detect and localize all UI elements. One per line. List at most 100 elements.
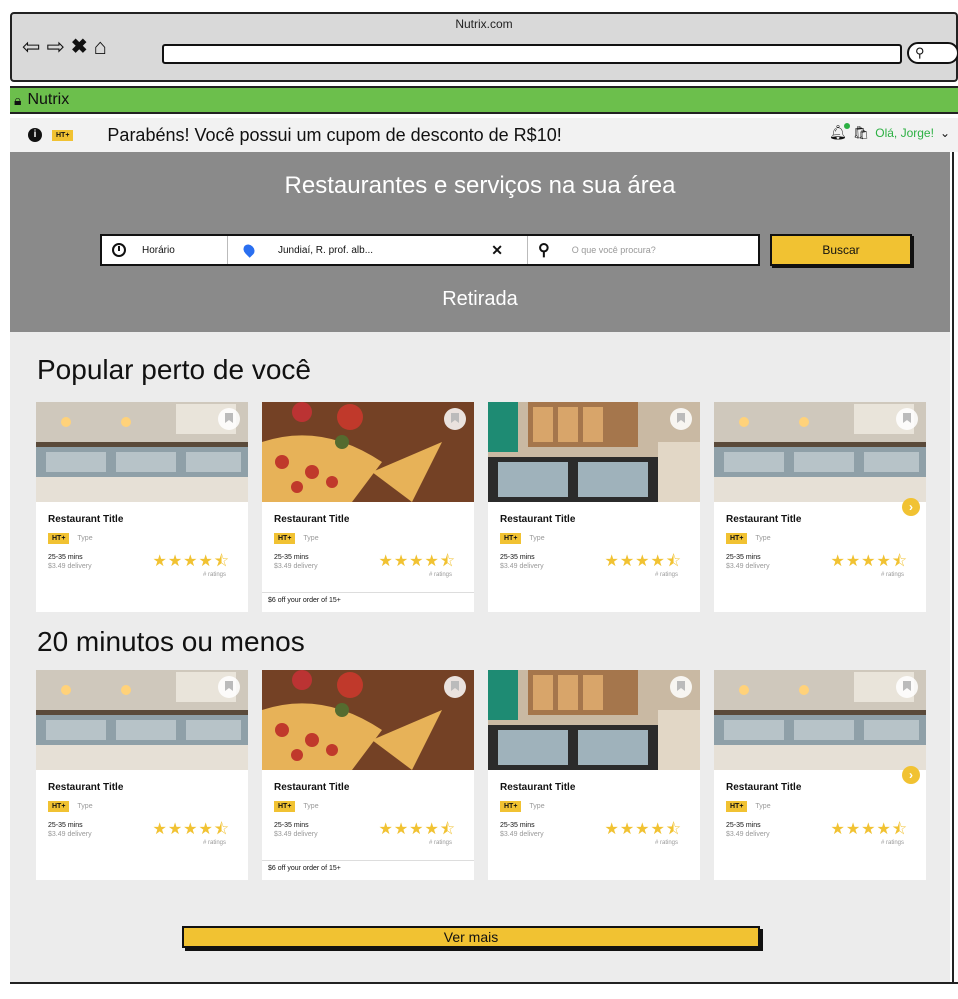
bookmark-icon[interactable] xyxy=(444,676,466,698)
info-icon[interactable]: i xyxy=(28,128,42,142)
ht-badge: HT+ xyxy=(726,801,748,812)
browser-search-icon[interactable]: ⚲ xyxy=(907,42,958,64)
restaurant-photo[interactable] xyxy=(488,670,700,770)
close-icon[interactable]: ✖ xyxy=(71,36,88,58)
restaurant-photo[interactable] xyxy=(262,670,474,770)
restaurant-type: Type xyxy=(755,535,771,542)
coupon-message: Parabéns! Você possui um cupom de descon… xyxy=(107,124,562,145)
pickup-mode[interactable]: Retirada xyxy=(10,288,950,311)
restaurant-title[interactable]: Restaurant Title xyxy=(500,782,688,793)
clock-icon xyxy=(112,243,126,257)
hero-headline: Restaurantes e serviços na sua área xyxy=(284,172,676,199)
user-greeting[interactable]: Olá, Jorge! xyxy=(875,126,934,140)
restaurant-card[interactable]: › Restaurant Title HT+ Type 25-35 mins $… xyxy=(714,402,926,612)
clear-icon[interactable]: ✕ xyxy=(491,242,503,259)
half-star-icon: ⯪ xyxy=(891,553,908,570)
card-body: Restaurant Title HT+ Type 25-35 mins $3.… xyxy=(488,502,700,612)
restaurant-card[interactable]: Restaurant Title HT+ Type 25-35 mins $3.… xyxy=(36,670,248,880)
bookmark-icon[interactable] xyxy=(218,408,240,430)
site-title: Nutrix.com xyxy=(455,17,513,31)
star-icon: ★ xyxy=(650,821,666,838)
bell-icon[interactable]: 🔔︎ xyxy=(829,123,850,141)
tab-nutrix[interactable]: Nutrix xyxy=(27,91,69,109)
chevron-right-icon[interactable]: › xyxy=(902,498,920,516)
restaurant-photo[interactable] xyxy=(262,402,474,502)
ratings-count: # ratings xyxy=(428,572,452,578)
star-icon: ★ xyxy=(378,553,394,570)
restaurant-card[interactable]: Restaurant Title HT+ Type 25-35 mins $3.… xyxy=(262,670,474,880)
restaurant-card[interactable]: Restaurant Title HT+ Type 25-35 mins $3.… xyxy=(488,402,700,612)
restaurant-card[interactable]: Restaurant Title HT+ Type 25-35 mins $3.… xyxy=(488,670,700,880)
ratings-count: # ratings xyxy=(654,572,678,578)
star-icon: ★ xyxy=(845,553,862,570)
half-star-icon: ⯪ xyxy=(665,821,682,838)
restaurant-photo[interactable] xyxy=(488,402,700,502)
ratings-count: # ratings xyxy=(654,840,678,846)
search-input[interactable]: O que você procura? xyxy=(572,245,656,255)
restaurant-card[interactable]: Restaurant Title HT+ Type 25-35 mins $3.… xyxy=(262,402,474,612)
star-icon: ★ xyxy=(409,821,425,838)
restaurant-title[interactable]: Restaurant Title xyxy=(48,782,236,793)
chevron-down-icon[interactable]: ⌄ xyxy=(940,126,950,140)
ratings-count: # ratings xyxy=(202,840,226,846)
star-icon: ★ xyxy=(619,821,636,838)
restaurant-card[interactable]: › Restaurant Title HT+ Type 25-35 mins $… xyxy=(714,670,926,880)
bookmark-icon[interactable] xyxy=(896,408,918,430)
restaurant-photo[interactable] xyxy=(36,402,248,502)
page-border xyxy=(952,152,954,984)
star-icon: ★ xyxy=(604,553,620,570)
ht-badge: HT+ xyxy=(274,801,296,812)
star-icon: ★ xyxy=(830,553,846,570)
star-icon: ★ xyxy=(876,821,892,838)
star-icon: ★ xyxy=(152,553,168,570)
ratings-count: # ratings xyxy=(880,572,904,578)
restaurant-title[interactable]: Restaurant Title xyxy=(48,514,236,525)
search-icon: ⚲ xyxy=(538,242,550,259)
bag-icon[interactable]: 🛍︎ xyxy=(853,125,870,141)
time-label: Horário xyxy=(142,244,175,256)
restaurant-title[interactable]: Restaurant Title xyxy=(726,514,914,525)
star-icon: ★ xyxy=(167,821,184,838)
half-star-icon: ⯪ xyxy=(213,821,230,838)
restaurant-title[interactable]: Restaurant Title xyxy=(274,782,462,793)
ratings-count: # ratings xyxy=(202,572,226,578)
bookmark-icon[interactable] xyxy=(670,676,692,698)
location-value: Jundiaí, R. prof. alb... xyxy=(278,244,374,256)
restaurant-type: Type xyxy=(755,803,771,810)
card-body: Restaurant Title HT+ Type 25-35 mins $3.… xyxy=(714,502,926,612)
forward-icon[interactable]: ⇨ xyxy=(46,36,64,58)
restaurant-type: Type xyxy=(303,535,319,542)
section-title: 20 minutos ou menos xyxy=(37,626,305,657)
star-icon: ★ xyxy=(393,821,410,838)
bookmark-icon[interactable] xyxy=(670,408,692,430)
bookmark-icon[interactable] xyxy=(896,676,918,698)
half-star-icon: ⯪ xyxy=(213,553,230,570)
restaurant-title[interactable]: Restaurant Title xyxy=(274,514,462,525)
card-body: Restaurant Title HT+ Type 25-35 mins $3.… xyxy=(714,770,926,880)
time-selector[interactable]: Horário xyxy=(102,236,228,264)
card-body: Restaurant Title HT+ Type 25-35 mins $3.… xyxy=(36,502,248,612)
more-button[interactable]: Ver mais xyxy=(182,926,760,948)
restaurant-card[interactable]: Restaurant Title HT+ Type 25-35 mins $3.… xyxy=(36,402,248,612)
chevron-right-icon[interactable]: › xyxy=(902,766,920,784)
address-bar[interactable] xyxy=(162,44,902,64)
ht-badge: HT+ xyxy=(52,129,74,141)
home-icon[interactable]: ⌂ xyxy=(94,36,107,58)
search-button[interactable]: Buscar xyxy=(770,234,912,266)
star-icon: ★ xyxy=(650,553,666,570)
restaurant-photo[interactable] xyxy=(36,670,248,770)
location-field[interactable]: Jundiaí, R. prof. alb... ✕ xyxy=(228,236,528,264)
bookmark-icon[interactable] xyxy=(218,676,240,698)
restaurant-photo[interactable] xyxy=(714,670,926,770)
star-icon: ★ xyxy=(183,821,199,838)
restaurant-photo[interactable] xyxy=(714,402,926,502)
restaurant-title[interactable]: Restaurant Title xyxy=(500,514,688,525)
star-icon: ★ xyxy=(393,553,410,570)
promo-text: $6 off your order of 15+ xyxy=(262,860,474,876)
back-icon[interactable]: ⇦ xyxy=(22,36,40,58)
query-field[interactable]: ⚲ O que você procura? xyxy=(528,236,758,264)
section-title: Popular perto de você xyxy=(37,354,311,385)
bookmark-icon[interactable] xyxy=(444,408,466,430)
ratings-count: # ratings xyxy=(880,840,904,846)
restaurant-title[interactable]: Restaurant Title xyxy=(726,782,914,793)
